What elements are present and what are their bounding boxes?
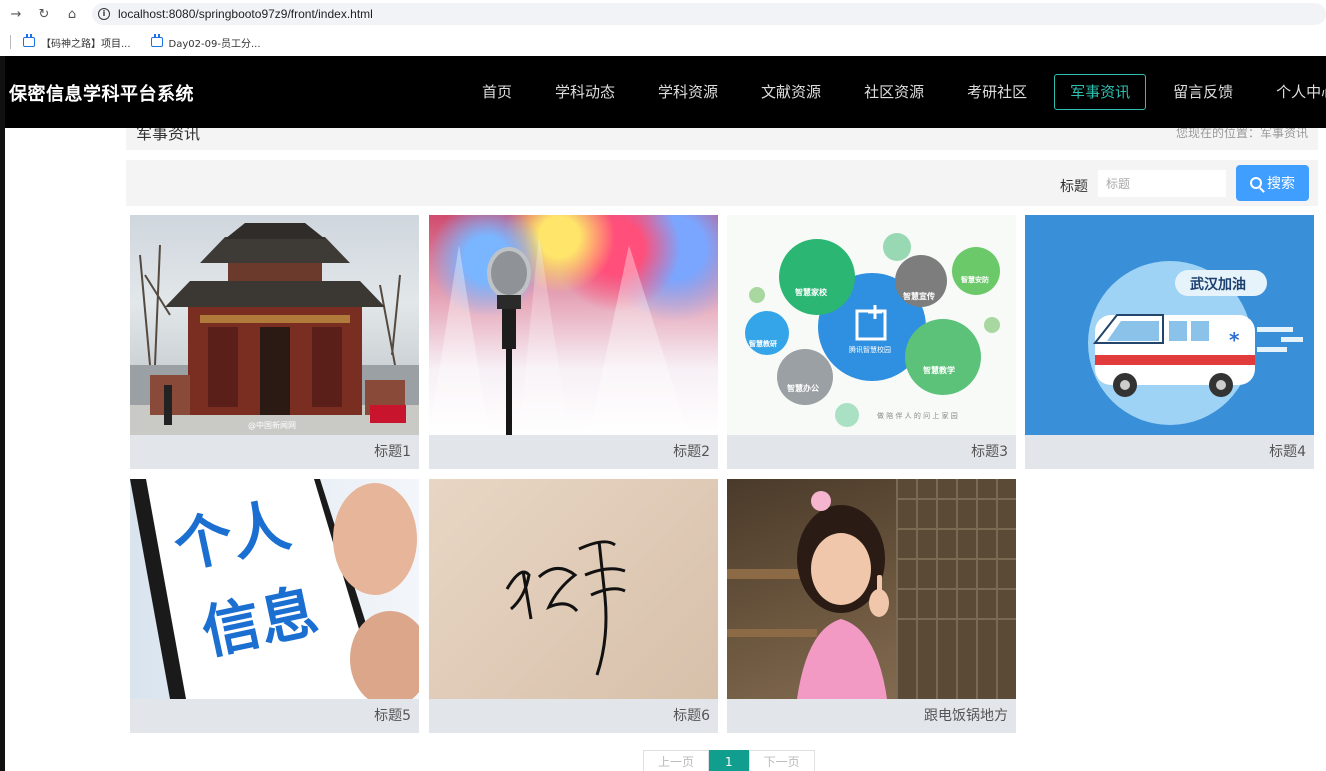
- reload-icon[interactable]: ↻: [32, 2, 56, 26]
- card-caption: 标题4: [1025, 435, 1314, 469]
- search-button[interactable]: 搜索: [1236, 165, 1309, 201]
- girl-image[interactable]: [727, 479, 1016, 699]
- calendar-icon: [23, 34, 35, 47]
- search-label: 标题: [1060, 179, 1088, 195]
- banner-text: 武汉加油: [1190, 277, 1246, 293]
- bubble-label: 智慧教学: [923, 366, 955, 375]
- forward-icon[interactable]: →: [4, 2, 28, 26]
- browser-chrome: → ↻ ⌂ i localhost:8080/springbooto97z9/f…: [0, 0, 1326, 56]
- menu-item-exam-community[interactable]: 考研社区: [951, 74, 1043, 110]
- slogan-text: 做 陪 伴 人 的 问 上 家 园: [877, 412, 958, 420]
- ambulance-image[interactable]: * 武汉加油: [1025, 215, 1314, 435]
- address-bar[interactable]: i localhost:8080/springbooto97z9/front/i…: [92, 3, 1326, 25]
- smart-campus-image[interactable]: 智慧家校 智慧宣传 智慧安防 智慧教学 智慧教研 智慧办公 腾讯智慧校园 做 陪…: [727, 215, 1016, 435]
- svg-text:*: *: [1229, 328, 1240, 352]
- watermark-text: @中国新闻网: [248, 421, 296, 430]
- bubble-label: 智慧安防: [961, 276, 989, 284]
- site-title: 保密信息学科平台系统: [9, 84, 194, 105]
- bubble-label: 智慧宣传: [903, 292, 935, 301]
- bookmark-item[interactable]: 【码神之路】项目...: [23, 34, 131, 50]
- card-caption: 标题3: [727, 435, 1016, 469]
- next-page-button[interactable]: 下一页: [748, 750, 815, 771]
- menu-item-literature[interactable]: 文献资源: [745, 74, 837, 110]
- window-edge: [0, 56, 5, 771]
- news-card[interactable]: @中国新闻网 标题1: [130, 215, 419, 469]
- card-caption: 标题2: [429, 435, 718, 469]
- main-menu: 首页 学科动态 学科资源 文献资源 社区资源 考研社区 军事资讯 留言反馈 个人…: [466, 74, 1326, 110]
- center-label: 腾讯智慧校园: [849, 346, 891, 354]
- card-caption: 标题5: [130, 699, 419, 733]
- bookmarks-bar: 【码神之路】项目... Day02-09-员工分...: [0, 30, 1326, 54]
- menu-item-feedback[interactable]: 留言反馈: [1157, 74, 1249, 110]
- search-icon: [1250, 177, 1262, 189]
- info-icon[interactable]: i: [98, 8, 110, 20]
- menu-item-subject-resources[interactable]: 学科资源: [642, 74, 734, 110]
- search-input[interactable]: [1098, 170, 1226, 197]
- news-card[interactable]: * 武汉加油 标题4: [1025, 215, 1314, 469]
- news-card[interactable]: 跟电饭锅地方: [727, 479, 1016, 733]
- card-caption: 标题6: [429, 699, 718, 733]
- card-caption: 跟电饭锅地方: [727, 699, 1016, 733]
- site-header: 保密信息学科平台系统 首页 学科动态 学科资源 文献资源 社区资源 考研社区 军…: [0, 56, 1326, 128]
- news-card[interactable]: 个人 信息 标题5: [130, 479, 419, 733]
- bubble-label: 智慧家校: [795, 288, 827, 297]
- menu-item-subject-news[interactable]: 学科动态: [539, 74, 631, 110]
- menu-item-military-news[interactable]: 军事资讯: [1054, 74, 1147, 110]
- microphone-image[interactable]: [429, 215, 718, 435]
- current-page-button[interactable]: 1: [709, 750, 749, 771]
- menu-item-community-resources[interactable]: 社区资源: [848, 74, 940, 110]
- search-bar: 标题 搜索: [126, 160, 1318, 206]
- bubble-label: 智慧办公: [787, 384, 819, 393]
- news-card[interactable]: 标题2: [429, 215, 718, 469]
- menu-item-user-center[interactable]: 个人中心: [1260, 74, 1326, 110]
- personal-info-image[interactable]: 个人 信息: [130, 479, 419, 699]
- temple-image[interactable]: @中国新闻网: [130, 215, 419, 435]
- url-text: localhost:8080/springbooto97z9/front/ind…: [118, 7, 373, 21]
- bookmark-item[interactable]: Day02-09-员工分...: [150, 34, 261, 50]
- bubble-label: 智慧教研: [749, 340, 777, 348]
- page: 军事资讯 您现在的位置：军事资讯 保密信息学科平台系统 首页 学科动态 学科资源…: [0, 56, 1326, 771]
- signature-image[interactable]: 故事: [429, 479, 718, 699]
- home-icon[interactable]: ⌂: [60, 2, 84, 26]
- calendar-icon: [150, 34, 163, 47]
- news-card[interactable]: 故事 标题6: [429, 479, 718, 733]
- prev-page-button[interactable]: 上一页: [643, 750, 710, 771]
- pagination: 上一页 1 下一页: [643, 750, 815, 771]
- card-caption: 标题1: [130, 435, 419, 469]
- signature-text: 故事: [429, 479, 430, 480]
- news-card[interactable]: 智慧家校 智慧宣传 智慧安防 智慧教学 智慧教研 智慧办公 腾讯智慧校园 做 陪…: [727, 215, 1016, 469]
- menu-item-home[interactable]: 首页: [466, 74, 528, 110]
